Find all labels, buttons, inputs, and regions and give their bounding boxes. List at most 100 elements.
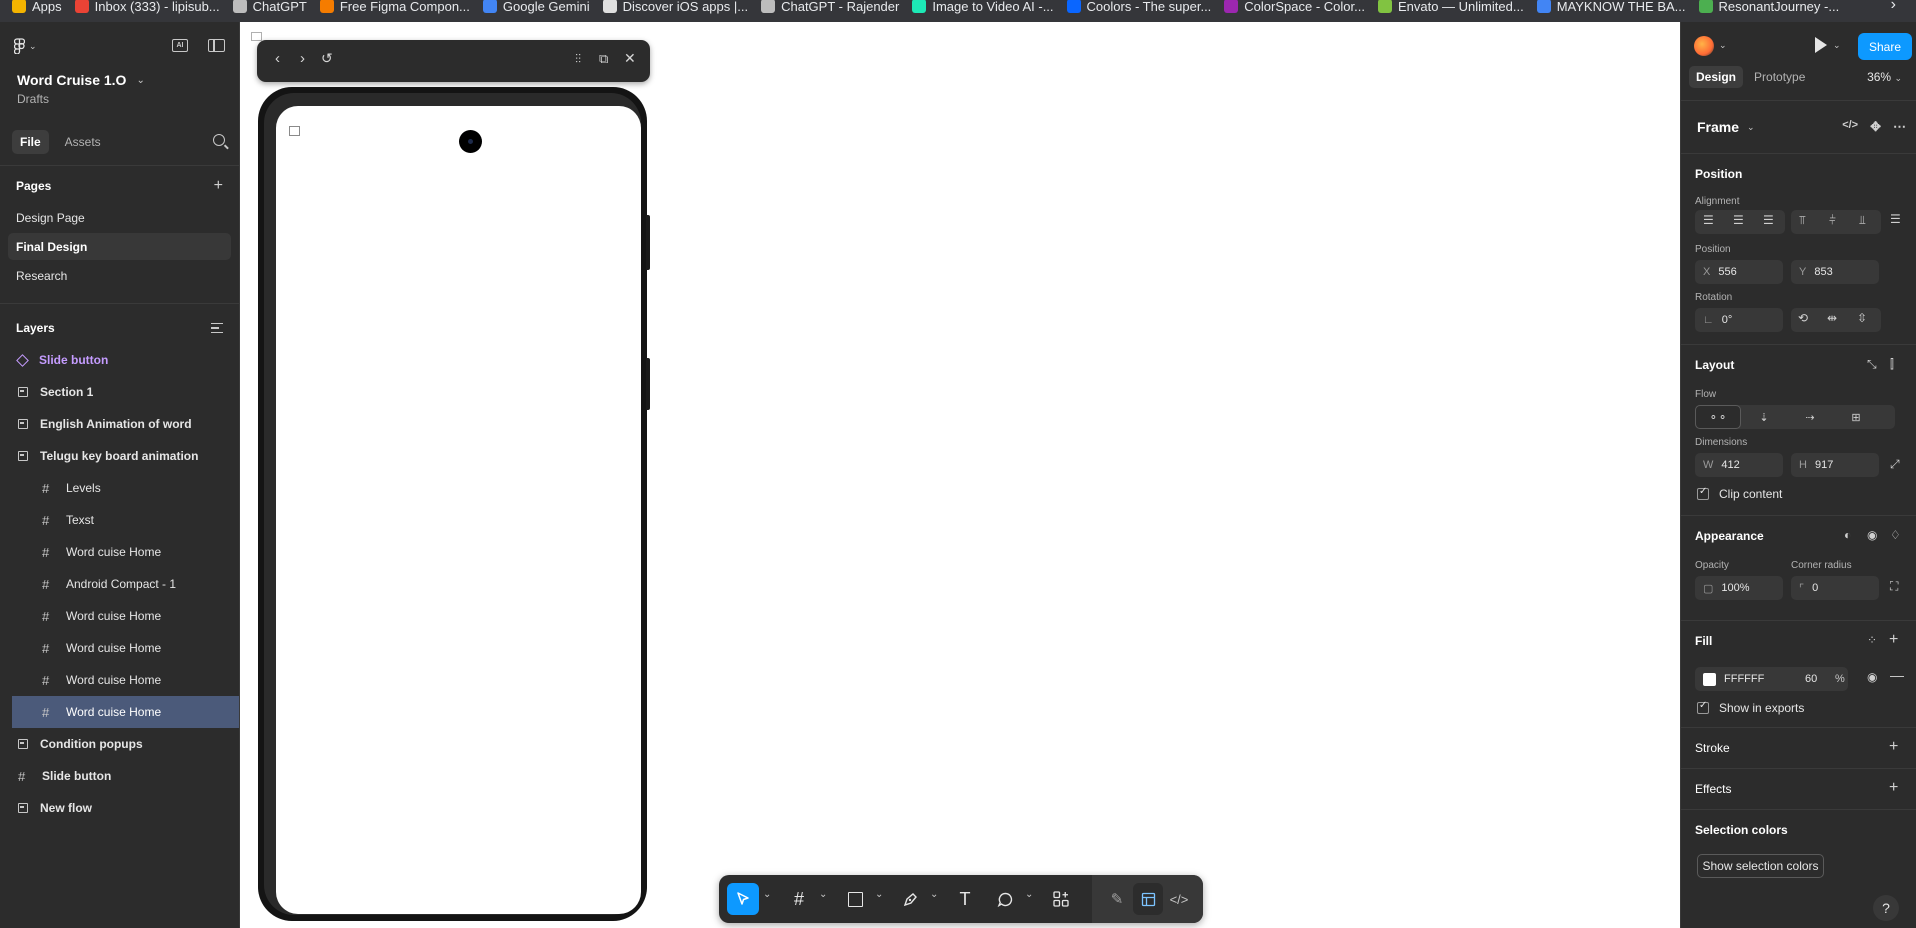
fill-color-field[interactable]: FFFFFF 60 % bbox=[1695, 667, 1848, 691]
tab-assets[interactable]: Assets bbox=[57, 130, 109, 154]
share-button[interactable]: Share bbox=[1858, 33, 1912, 60]
bookmark-item[interactable]: ResonantJourney -... bbox=[1698, 0, 1853, 14]
y-position-field[interactable]: Y 853 bbox=[1791, 260, 1879, 284]
eye-icon[interactable]: ◉ bbox=[1867, 670, 1877, 684]
height-field[interactable]: H 917 bbox=[1791, 453, 1879, 477]
eye-icon[interactable]: ◉ bbox=[1867, 528, 1877, 542]
add-effect-icon[interactable]: + bbox=[1889, 779, 1898, 797]
clip-content-checkbox[interactable] bbox=[1697, 486, 1709, 500]
comment-tool-button[interactable] bbox=[989, 883, 1021, 915]
text-tool-button[interactable]: T bbox=[949, 883, 981, 915]
phone-screen[interactable] bbox=[276, 106, 641, 914]
chevron-down-icon[interactable]: ⌄ bbox=[1833, 40, 1841, 51]
phone-frame[interactable] bbox=[258, 87, 647, 921]
show-in-exports-toggle[interactable]: Show in exports bbox=[1697, 700, 1804, 715]
align-middle-icon[interactable]: ⫩ bbox=[1829, 213, 1836, 228]
layer-item[interactable]: English Animation of word bbox=[0, 408, 239, 440]
file-location[interactable]: Drafts bbox=[0, 90, 239, 108]
tab-prototype[interactable]: Prototype bbox=[1747, 66, 1812, 88]
chevron-down-icon[interactable]: ⌄ bbox=[875, 889, 883, 900]
layer-item[interactable]: Slide button bbox=[0, 344, 239, 376]
forward-icon[interactable]: › bbox=[300, 50, 305, 67]
dev-mode-button[interactable]: </> bbox=[1164, 883, 1194, 915]
pen-tool-button[interactable] bbox=[894, 883, 926, 915]
flow-free-icon[interactable]: ⚬⚬ bbox=[1695, 405, 1741, 429]
x-position-field[interactable]: X 556 bbox=[1695, 260, 1783, 284]
drop-icon[interactable]: ♢ bbox=[1890, 528, 1901, 542]
remove-fill-icon[interactable]: — bbox=[1890, 667, 1904, 683]
corner-radius-field[interactable]: ⌜ 0 bbox=[1791, 576, 1879, 600]
page-item[interactable]: Design Page bbox=[8, 204, 231, 231]
bookmark-item[interactable]: Image to Video AI -... bbox=[912, 0, 1066, 14]
auto-layout-icon[interactable]: ⫿ bbox=[1890, 357, 1894, 372]
frame-type-selector[interactable]: Frame ⌄ </> ✥ ⋯ bbox=[1681, 101, 1916, 153]
more-icon[interactable]: ⋯ bbox=[1893, 119, 1906, 135]
independent-corners-icon[interactable]: ⛶ bbox=[1890, 579, 1898, 594]
layer-item[interactable]: # Word cuise Home bbox=[0, 632, 239, 664]
resize-icon[interactable]: ⤢ bbox=[1890, 457, 1900, 472]
ai-tools-button[interactable]: AI bbox=[172, 39, 188, 52]
layer-item[interactable]: Telugu key board animation bbox=[0, 440, 239, 472]
move-tool-button[interactable] bbox=[727, 883, 759, 915]
rotate-icon[interactable]: ⟲ bbox=[1798, 311, 1808, 325]
bookmark-item[interactable]: Inbox (333) - lipisub... bbox=[74, 0, 233, 14]
layer-item[interactable]: # Levels bbox=[0, 472, 239, 504]
layer-item[interactable]: # Texst bbox=[0, 504, 239, 536]
flow-grid-icon[interactable]: ⊞ bbox=[1833, 405, 1879, 429]
bookmark-item[interactable]: Google Gemini bbox=[482, 0, 603, 14]
figma-menu-button[interactable]: ⌄ bbox=[14, 38, 37, 54]
align-left-icon[interactable]: ☰ bbox=[1703, 213, 1714, 227]
open-external-icon[interactable]: ⧉ bbox=[599, 51, 608, 67]
bookmark-item[interactable]: ColorSpace - Color... bbox=[1224, 0, 1378, 14]
page-item[interactable]: Research bbox=[8, 262, 231, 289]
align-top-icon[interactable]: ⫪ bbox=[1799, 213, 1806, 228]
blend-mode-icon[interactable]: ◐ bbox=[1844, 528, 1851, 542]
back-icon[interactable]: ‹ bbox=[275, 50, 280, 67]
collapse-icon[interactable]: ⤡ bbox=[1867, 357, 1877, 372]
chevron-down-icon[interactable]: ⌄ bbox=[930, 889, 938, 900]
actions-button[interactable] bbox=[1045, 883, 1077, 915]
help-button[interactable]: ? bbox=[1873, 895, 1899, 921]
flip-horizontal-icon[interactable]: ⇹ bbox=[1827, 311, 1837, 325]
bookmark-item[interactable]: Coolors - The super... bbox=[1066, 0, 1225, 14]
frame-tool-button[interactable]: # bbox=[783, 883, 815, 915]
bookmark-item[interactable]: Discover iOS apps |... bbox=[602, 0, 761, 14]
close-icon[interactable]: ✕ bbox=[624, 50, 636, 67]
tab-file[interactable]: File bbox=[12, 130, 49, 154]
layer-item[interactable]: # Slide button bbox=[0, 760, 239, 792]
present-play-icon[interactable] bbox=[1815, 37, 1827, 53]
bookmark-item[interactable]: ChatGPT bbox=[232, 0, 320, 14]
toggle-sidebar-icon[interactable] bbox=[208, 39, 225, 52]
align-center-icon[interactable]: ☰ bbox=[1733, 213, 1744, 227]
shape-tool-button[interactable] bbox=[839, 883, 871, 915]
width-field[interactable]: W 412 bbox=[1695, 453, 1783, 477]
align-bottom-icon[interactable]: ⫫ bbox=[1859, 213, 1866, 228]
opacity-field[interactable]: ▢ 100% bbox=[1695, 576, 1783, 600]
clip-content-toggle[interactable]: Clip content bbox=[1697, 486, 1782, 501]
add-page-icon[interactable]: + bbox=[214, 177, 223, 195]
layer-item[interactable]: # Word cuise Home bbox=[0, 536, 239, 568]
flow-horizontal-icon[interactable]: ⇢ bbox=[1787, 405, 1833, 429]
fill-opacity-value[interactable]: 60 bbox=[1805, 673, 1817, 685]
avatar[interactable] bbox=[1694, 36, 1714, 56]
rotation-field[interactable]: ∟ 0° bbox=[1695, 308, 1783, 332]
page-item[interactable]: Final Design bbox=[8, 233, 231, 260]
bookmark-item[interactable]: ChatGPT - Rajender bbox=[761, 0, 912, 14]
layer-item[interactable]: # Android Compact - 1 bbox=[0, 568, 239, 600]
code-icon[interactable]: </> bbox=[1842, 119, 1858, 135]
layer-options-icon[interactable] bbox=[211, 323, 223, 333]
layer-item[interactable]: # Word cuise Home bbox=[0, 600, 239, 632]
chevron-down-icon[interactable]: ⌄ bbox=[1025, 889, 1033, 900]
tab-design[interactable]: Design bbox=[1689, 66, 1744, 88]
color-swatch[interactable] bbox=[1703, 672, 1716, 686]
chevron-down-icon[interactable]: ⌄ bbox=[1719, 40, 1727, 51]
align-right-icon[interactable]: ☰ bbox=[1763, 213, 1774, 227]
draw-mode-button[interactable]: ✎ bbox=[1102, 883, 1132, 915]
bookmark-item[interactable]: Envato — Unlimited... bbox=[1377, 0, 1537, 14]
layer-item[interactable]: New flow bbox=[0, 792, 239, 824]
show-selection-colors-button[interactable]: Show selection colors bbox=[1697, 854, 1824, 878]
bookmarks-overflow-icon[interactable]: › bbox=[1891, 0, 1896, 14]
settings-sliders-icon[interactable]: ⫶⫶ bbox=[575, 52, 581, 67]
restart-icon[interactable]: ↺ bbox=[321, 50, 333, 67]
bookmark-item[interactable]: Apps bbox=[12, 0, 75, 14]
